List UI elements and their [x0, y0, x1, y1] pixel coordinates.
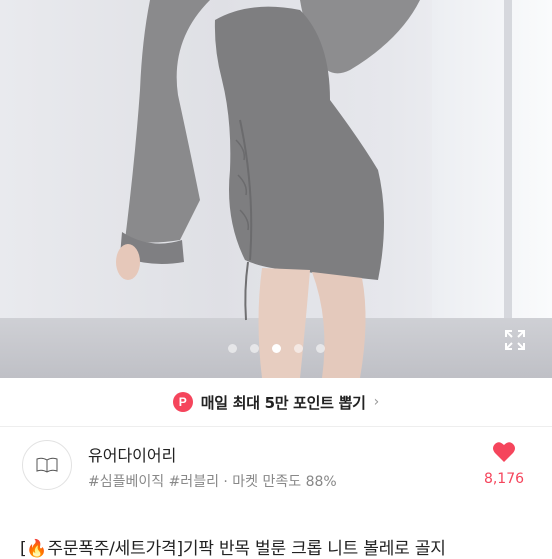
carousel-page-indicator [0, 344, 552, 353]
product-image-carousel[interactable] [0, 0, 552, 378]
seller-name[interactable]: 유어다이어리 [88, 442, 176, 466]
carousel-dot[interactable] [315, 344, 325, 353]
like-button[interactable]: 8,176 [476, 441, 532, 487]
carousel-dot[interactable] [249, 344, 259, 353]
seller-tags: #심플베이직 #러블리 · 마켓 만족도 88% [88, 474, 337, 490]
points-icon: P [172, 392, 193, 412]
product-photo [116, 0, 420, 378]
chevron-right-icon: › [373, 394, 380, 410]
product-title: [🔥주문폭주/세트가격]기팍 반목 벌룬 크롭 니트 볼레로 골지 [20, 539, 446, 559]
carousel-dot[interactable] [293, 344, 303, 353]
carousel-dot[interactable] [227, 344, 237, 353]
book-icon [36, 457, 58, 473]
carousel-dot-active[interactable] [271, 344, 281, 353]
like-count: 8,176 [483, 471, 525, 487]
seller-logo[interactable] [22, 440, 72, 490]
promo-text: 매일 최대 5만 포인트 뽑기 [200, 393, 366, 412]
points-promo-banner[interactable]: P 매일 최대 5만 포인트 뽑기 › [0, 378, 552, 426]
heart-icon [493, 442, 515, 462]
seller-info[interactable]: 유어다이어리 #심플베이직 #러블리 · 마켓 만족도 88% 8,176 [0, 427, 552, 507]
